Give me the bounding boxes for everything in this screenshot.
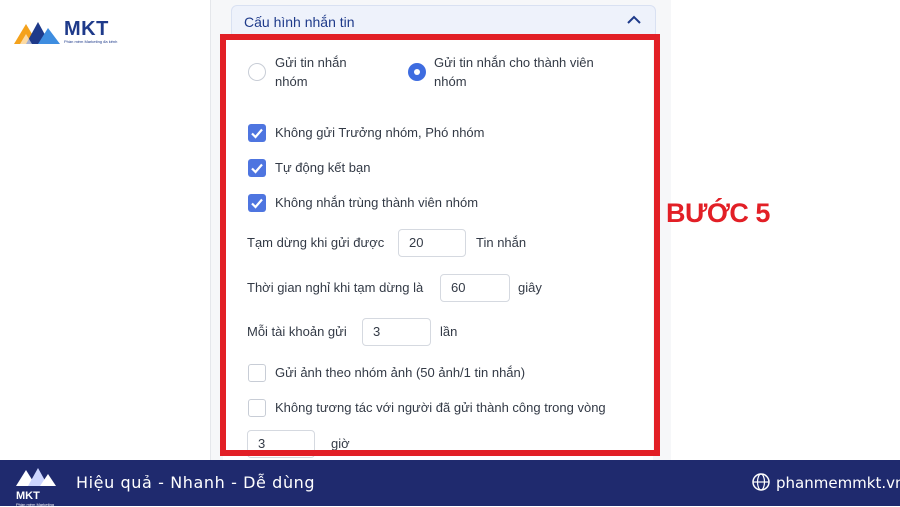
footer-brand-name: MKT (16, 490, 40, 502)
section-header[interactable]: Cấu hình nhắn tin (231, 5, 656, 39)
per-account-unit: lần (440, 324, 458, 339)
radio-group-message[interactable] (248, 63, 266, 81)
checkbox-no-interact[interactable] (248, 399, 266, 417)
globe-icon (752, 473, 770, 491)
brand-logo: MKT Phần mềm Marketing đa kênh (14, 16, 117, 46)
chevron-up-icon[interactable] (627, 15, 641, 25)
brand-subtitle: Phần mềm Marketing đa kênh (64, 38, 118, 44)
label-skip-admins: Không gửi Trưởng nhóm, Phó nhóm (275, 125, 485, 140)
checkbox-send-images[interactable] (248, 364, 266, 382)
footer-brand-sub: Phần mềm Marketing (16, 502, 55, 507)
step-label: BƯỚC 5 (666, 198, 770, 228)
footer-logo: MKT Phần mềm Marketing (14, 464, 58, 507)
check-icon (251, 163, 263, 174)
label-per-account: Mỗi tài khoản gửi (247, 324, 347, 339)
brand-name: MKT (64, 17, 109, 40)
footer-bar: MKT Phần mềm Marketing Hiệu quả - Nhanh … (0, 460, 900, 507)
rest-seconds-input[interactable]: 60 (440, 274, 510, 302)
label-auto-friend: Tự động kết bạn (275, 160, 371, 175)
radio-label-group-message: Gửi tin nhắn nhóm (275, 55, 347, 89)
rest-unit: giây (518, 280, 542, 295)
footer-slogan: Hiệu quả - Nhanh - Dễ dùng (76, 473, 316, 492)
label-pause: Tạm dừng khi gửi được (247, 235, 385, 250)
label-no-duplicate: Không nhắn trùng thành viên nhóm (275, 195, 479, 210)
mkt-logo-icon (14, 22, 60, 44)
label-no-interact: Không tương tác với người đã gửi thành c… (275, 400, 606, 415)
hours-unit: giờ (331, 436, 350, 451)
per-account-input[interactable]: 3 (362, 318, 431, 346)
label-rest: Thời gian nghỉ khi tạm dừng là (247, 280, 424, 295)
checkbox-skip-admins[interactable] (248, 124, 266, 142)
section-title: Cấu hình nhắn tin (244, 14, 355, 30)
radio-member-message[interactable] (408, 63, 426, 81)
pause-count-input[interactable]: 20 (398, 229, 466, 257)
footer-website-link[interactable]: phanmemmkt.vn (776, 474, 900, 492)
label-send-images: Gửi ảnh theo nhóm ảnh (50 ảnh/1 tin nhắn… (275, 365, 526, 380)
check-icon (251, 198, 263, 209)
check-icon (251, 128, 263, 139)
checkbox-no-duplicate[interactable] (248, 194, 266, 212)
radio-label-member-message: Gửi tin nhắn cho thành viên nhóm (434, 55, 594, 89)
mkt-logo-icon (16, 468, 56, 486)
hours-input[interactable]: 3 (247, 430, 315, 458)
pause-unit: Tin nhắn (476, 235, 527, 250)
checkbox-auto-friend[interactable] (248, 159, 266, 177)
